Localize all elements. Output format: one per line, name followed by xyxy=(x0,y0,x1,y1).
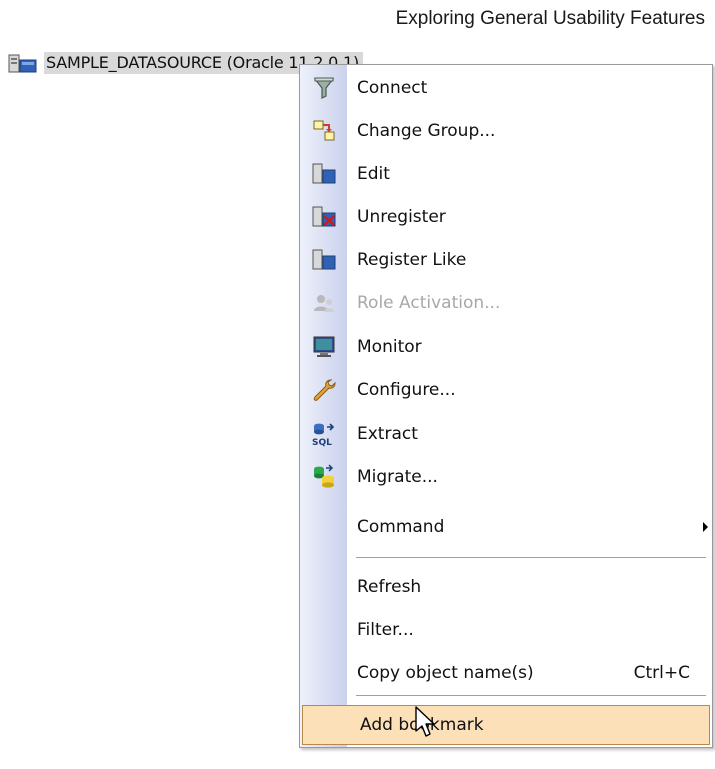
menu-item-label: Command xyxy=(357,517,445,537)
role-activation-icon xyxy=(313,295,334,312)
menu-item-shortcut: Ctrl+C xyxy=(633,663,690,683)
menu-separator xyxy=(356,695,706,697)
menu-item-label: Extract xyxy=(357,424,418,444)
menu-item-register-like[interactable]: Register Like xyxy=(300,240,712,280)
menu-item-label: Unregister xyxy=(357,207,446,227)
menu-item-label: Register Like xyxy=(357,250,467,270)
menu-item-role-activation: Role Activation... xyxy=(300,283,712,323)
menu-item-label: Copy object name(s) xyxy=(357,663,534,683)
menu-item-label: Monitor xyxy=(357,337,422,357)
mouse-pointer-icon xyxy=(415,706,435,737)
datasource-edit-icon xyxy=(312,163,335,184)
wrench-icon xyxy=(313,379,336,401)
menu-item-label: Migrate... xyxy=(357,467,438,487)
menu-item-extract[interactable]: SQL Extract xyxy=(300,414,712,454)
page-title: Exploring General Usability Features xyxy=(395,8,705,29)
menu-item-edit[interactable]: Edit xyxy=(300,154,712,194)
menu-item-configure[interactable]: Configure... xyxy=(300,370,712,410)
menu-item-unregister[interactable]: Unregister xyxy=(300,197,712,237)
menu-item-change-group[interactable]: Change Group... xyxy=(300,111,712,151)
menu-item-command[interactable]: Command xyxy=(300,507,712,547)
submenu-arrow-icon xyxy=(703,522,708,532)
migrate-icon xyxy=(313,464,334,488)
menu-item-monitor[interactable]: Monitor xyxy=(300,327,712,367)
change-group-icon xyxy=(313,120,334,141)
menu-separator xyxy=(356,557,706,559)
menu-item-migrate[interactable]: Migrate... xyxy=(300,457,712,497)
connect-funnel-icon xyxy=(313,77,334,99)
register-like-icon xyxy=(312,249,335,270)
sql-extract-icon: SQL xyxy=(312,423,334,447)
menu-item-refresh[interactable]: Refresh xyxy=(300,567,712,607)
monitor-icon xyxy=(313,336,334,357)
menu-item-label: Edit xyxy=(357,164,390,184)
menu-item-label: Change Group... xyxy=(357,121,496,141)
unregister-icon xyxy=(312,206,335,227)
menu-item-connect[interactable]: Connect xyxy=(300,68,712,108)
datasource-icon xyxy=(8,54,37,73)
menu-item-filter[interactable]: Filter... xyxy=(300,610,712,650)
menu-item-label: Role Activation... xyxy=(357,293,501,313)
menu-item-label: Filter... xyxy=(357,620,414,640)
svg-text:SQL: SQL xyxy=(312,438,332,447)
menu-item-label: Refresh xyxy=(357,577,422,597)
menu-item-add-bookmark[interactable]: Add bookmark xyxy=(302,705,710,745)
menu-item-label: Configure... xyxy=(357,380,456,400)
menu-item-label: Connect xyxy=(357,78,428,98)
context-menu: Connect Change Group... Edit Unregister … xyxy=(299,64,713,748)
menu-item-copy-object-name[interactable]: Copy object name(s) Ctrl+C xyxy=(300,653,712,693)
